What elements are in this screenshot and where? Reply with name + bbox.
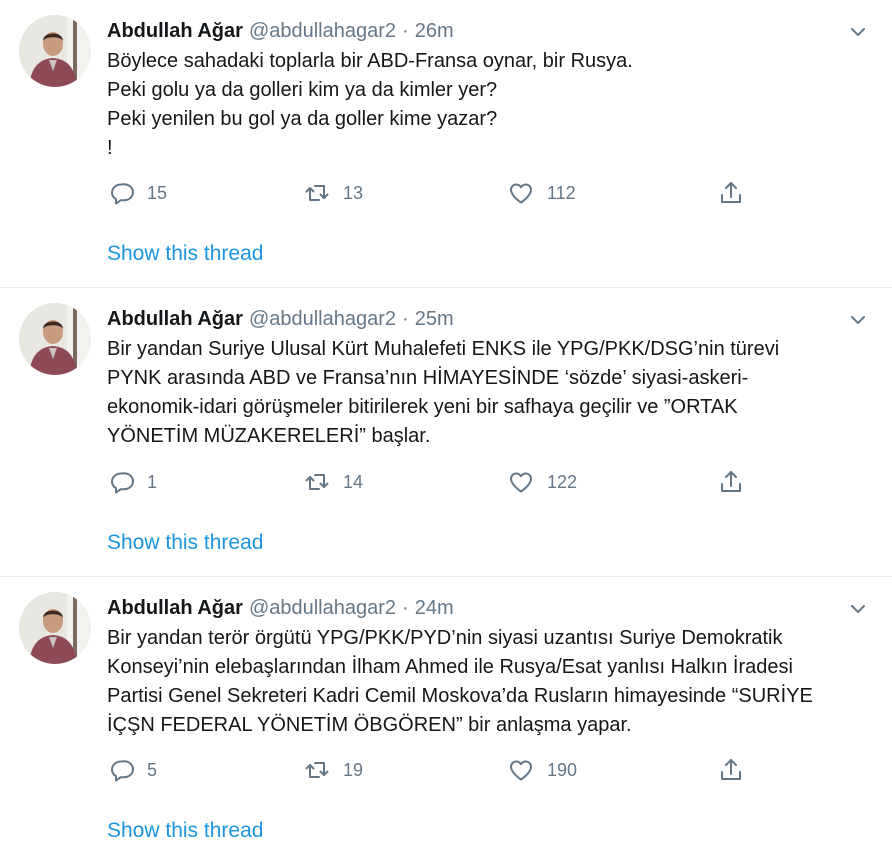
retweet-icon [305,185,329,201]
author-name[interactable]: Abdullah Ağar [107,308,243,331]
share-icon [721,471,741,492]
tweet-text-line: YÖNETİM MÜZAKERELERİ” başlar. [107,425,431,447]
reply-count: 5 [147,759,158,780]
tweet-timestamp[interactable]: 25m [415,308,454,331]
tweet-actions: 15 13 112 [107,178,757,208]
tweet-timestamp[interactable]: 26m [415,20,454,43]
tweet-text: Bir yandan Suriye Ulusal Kürt Muhalefeti… [107,335,877,451]
reply-icon [111,183,134,205]
heart-icon [510,183,532,204]
retweet-button[interactable]: 19 [303,755,363,785]
retweet-count: 19 [343,759,364,780]
like-button[interactable]: 112 [507,178,576,208]
tweet-text-line: ekonomik-idari görüşmeler bitirilerek ye… [107,396,738,418]
tweet-text-line: Konseyi’nin elebaşlarından İlham Ahmed i… [107,656,793,678]
separator-dot: · [402,19,409,42]
author-name[interactable]: Abdullah Ağar [107,597,243,620]
avatar-image [19,592,91,664]
heart-icon [510,472,532,493]
chevron-down-icon [851,605,865,613]
author-name[interactable]: Abdullah Ağar [107,20,243,43]
tweet-header: Abdullah Ağar @abdullahagar2 · 24m [107,593,454,623]
tweet-header: Abdullah Ağar @abdullahagar2 · 25m [107,304,454,334]
avatar-image [19,303,91,375]
share-button[interactable] [717,755,745,785]
tweet-text-line: Peki yenilen bu gol ya da goller kime ya… [107,108,498,130]
tweet[interactable]: Abdullah Ağar @abdullahagar2 · 25m Bir y… [0,288,892,576]
share-button[interactable] [717,467,745,497]
retweet-button[interactable]: 14 [303,467,363,497]
retweet-button[interactable]: 13 [303,178,363,208]
avatar-image [19,15,91,87]
like-count: 190 [547,759,578,780]
retweet-count: 13 [343,182,364,203]
avatar[interactable] [19,592,91,664]
tweet-text-line: İÇŞN FEDERAL YÖNETİM ÖBGÖREN” bir anlaşm… [107,714,632,736]
tweet-text: Böylece sahadaki toplarla bir ABD-Fransa… [107,47,877,163]
avatar[interactable] [19,15,91,87]
show-thread-link[interactable]: Show this thread [107,242,263,266]
more-options-button[interactable] [846,597,870,621]
tweet-text-line: PYNK arasında ABD ve Fransa’nın HİMAYESİ… [107,367,749,389]
tweet-actions: 5 19 190 [107,755,757,785]
avatar[interactable] [19,303,91,375]
chevron-down-icon [851,28,865,36]
separator-dot: · [402,307,409,330]
tweet[interactable]: Abdullah Ağar @abdullahagar2 · 24m Bir y… [0,577,892,862]
chevron-down-icon [851,316,865,324]
share-icon [721,759,741,780]
tweet-text-line: Partisi Genel Sekreteri Kadri Cemil Mosk… [107,685,813,707]
like-count: 122 [547,471,578,492]
tweet-actions: 1 14 122 [107,467,757,497]
tweet[interactable]: Abdullah Ağar @abdullahagar2 · 26m Böyle… [0,0,892,287]
share-button[interactable] [717,178,745,208]
show-thread-link[interactable]: Show this thread [107,531,263,555]
separator-dot: · [402,596,409,619]
reply-icon [111,760,134,782]
reply-icon [111,472,134,494]
more-options-button[interactable] [846,308,870,332]
tweet-text-line: Böylece sahadaki toplarla bir ABD-Fransa… [107,50,633,72]
retweet-count: 14 [343,471,364,492]
retweet-icon [305,474,329,490]
author-handle[interactable]: @abdullahagar2 [249,20,396,43]
retweet-icon [305,762,329,778]
tweet-text-line: Bir yandan Suriye Ulusal Kürt Muhalefeti… [107,338,780,360]
show-thread-link[interactable]: Show this thread [107,819,263,843]
tweet-timestamp[interactable]: 24m [415,597,454,620]
like-button[interactable]: 122 [507,467,577,497]
reply-button[interactable]: 15 [107,178,167,208]
tweet-text-line: Bir yandan terör örgütü YPG/PKK/PYD’nin … [107,627,783,649]
more-options-button[interactable] [846,20,870,44]
tweet-text-line: Peki golu ya da golleri kim ya da kimler… [107,79,498,101]
like-button[interactable]: 190 [507,755,577,785]
reply-count: 15 [147,182,168,203]
tweet-feed: Abdullah Ağar @abdullahagar2 · 26m Böyle… [0,0,892,862]
like-count: 112 [547,182,576,203]
tweet-header: Abdullah Ağar @abdullahagar2 · 26m [107,16,454,46]
reply-count: 1 [147,471,158,492]
heart-icon [510,760,532,781]
share-icon [721,182,741,203]
tweet-text: Bir yandan terör örgütü YPG/PKK/PYD’nin … [107,624,877,740]
author-handle[interactable]: @abdullahagar2 [249,597,396,620]
tweet-text-line: ! [107,137,113,159]
reply-button[interactable]: 5 [107,755,157,785]
author-handle[interactable]: @abdullahagar2 [249,308,396,331]
reply-button[interactable]: 1 [107,467,157,497]
